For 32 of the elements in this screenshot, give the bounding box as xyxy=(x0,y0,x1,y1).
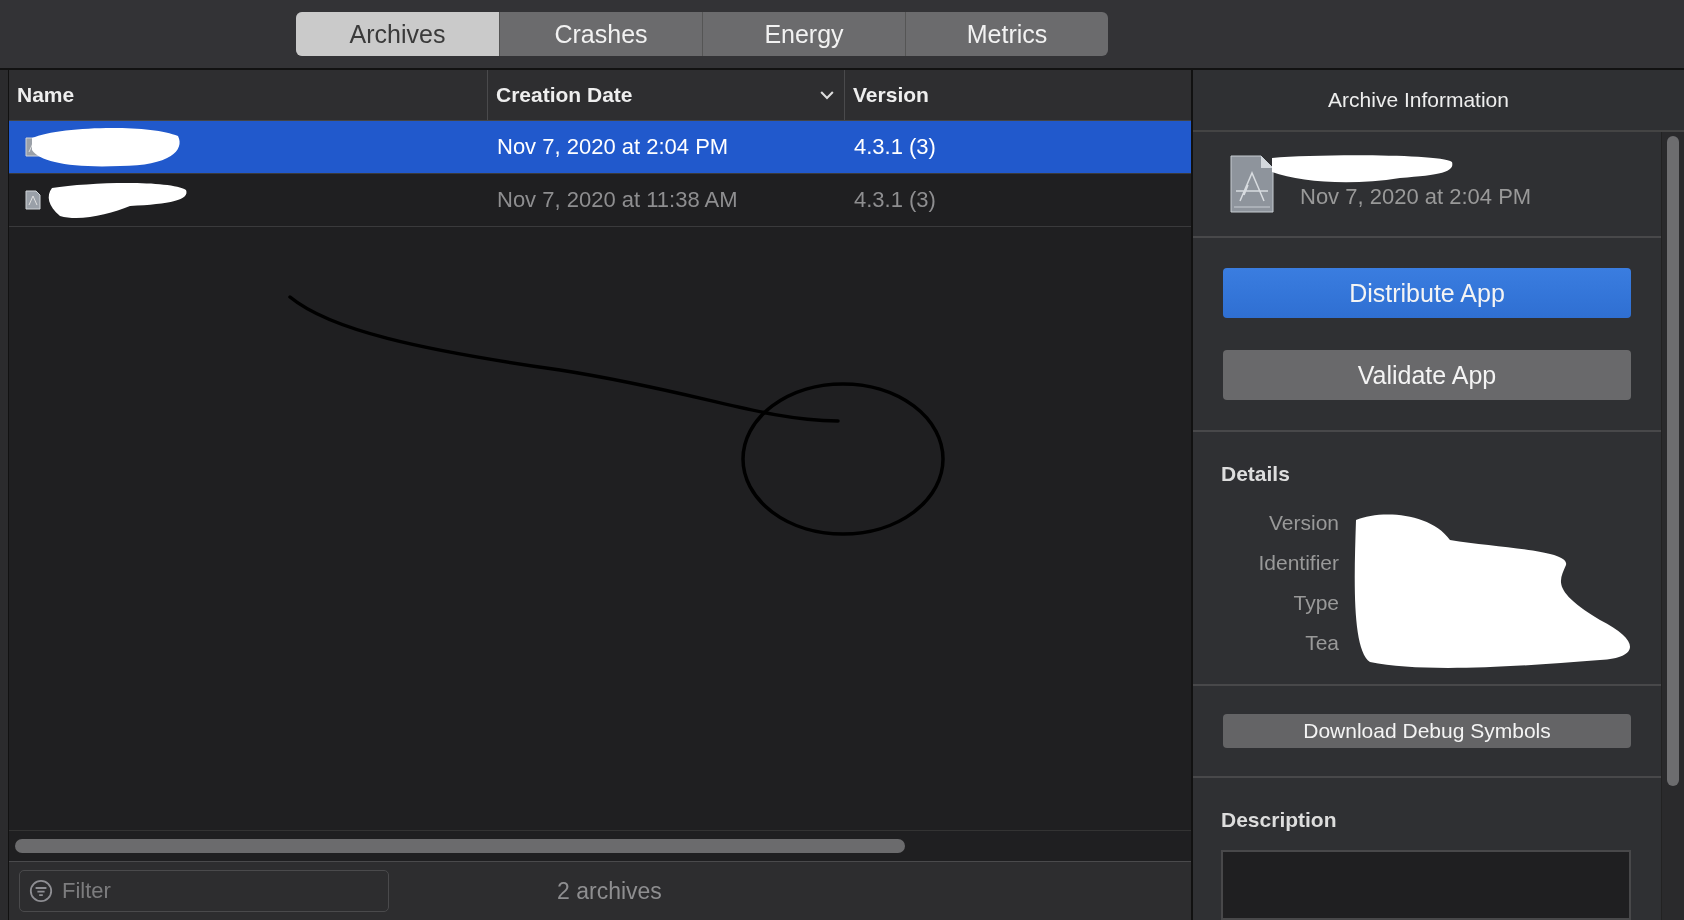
archive-date: Nov 7, 2020 at 2:04 PM xyxy=(1300,184,1532,211)
table-cell: Nov 7, 2020 at 2:04 PM xyxy=(497,134,729,160)
tab[interactable]: Metrics xyxy=(905,12,1108,56)
section-heading: Description xyxy=(1221,808,1338,832)
detail-label: Identifier xyxy=(1258,550,1339,577)
archive-count: 2 archives xyxy=(557,877,662,905)
archive-file-icon xyxy=(1230,155,1274,214)
inspector-title: Archive Information xyxy=(1193,70,1684,132)
section-heading: Details xyxy=(1221,462,1291,487)
tab[interactable]: Crashes xyxy=(499,12,702,56)
tab[interactable]: Energy xyxy=(702,12,905,56)
sort-chevron-icon[interactable] xyxy=(820,90,834,100)
table-cell: 4.3.1 (3) xyxy=(854,187,936,213)
filter-field[interactable]: Filter xyxy=(19,870,389,912)
archive-file-icon xyxy=(25,189,41,211)
table-cell: Nov 7, 2020 at 11:38 AM xyxy=(497,187,738,213)
description-field[interactable] xyxy=(1221,850,1631,920)
detail-label: Tea xyxy=(1305,630,1339,657)
scrollbar-thumb[interactable] xyxy=(1667,136,1679,786)
table-cell: 4.3.1 (3) xyxy=(854,134,936,160)
tab[interactable]: Archives xyxy=(296,12,499,56)
table-row[interactable]: Nov 7, 2020 at 2:04 PM 4.3.1 (3) xyxy=(9,121,1191,174)
distribute-button[interactable]: Distribute App xyxy=(1223,268,1631,319)
column-header[interactable]: Version xyxy=(853,83,929,107)
column-header[interactable]: Creation Date xyxy=(496,83,633,107)
detail-label: Version xyxy=(1268,510,1339,537)
download-debug-symbols-button[interactable]: Download Debug Symbols xyxy=(1223,713,1631,748)
scrollbar-thumb[interactable] xyxy=(15,839,905,853)
filter-icon xyxy=(29,879,53,903)
detail-label: Type xyxy=(1293,590,1339,617)
column-header[interactable]: Name xyxy=(17,83,75,107)
validate-button[interactable]: Validate App xyxy=(1223,350,1631,401)
